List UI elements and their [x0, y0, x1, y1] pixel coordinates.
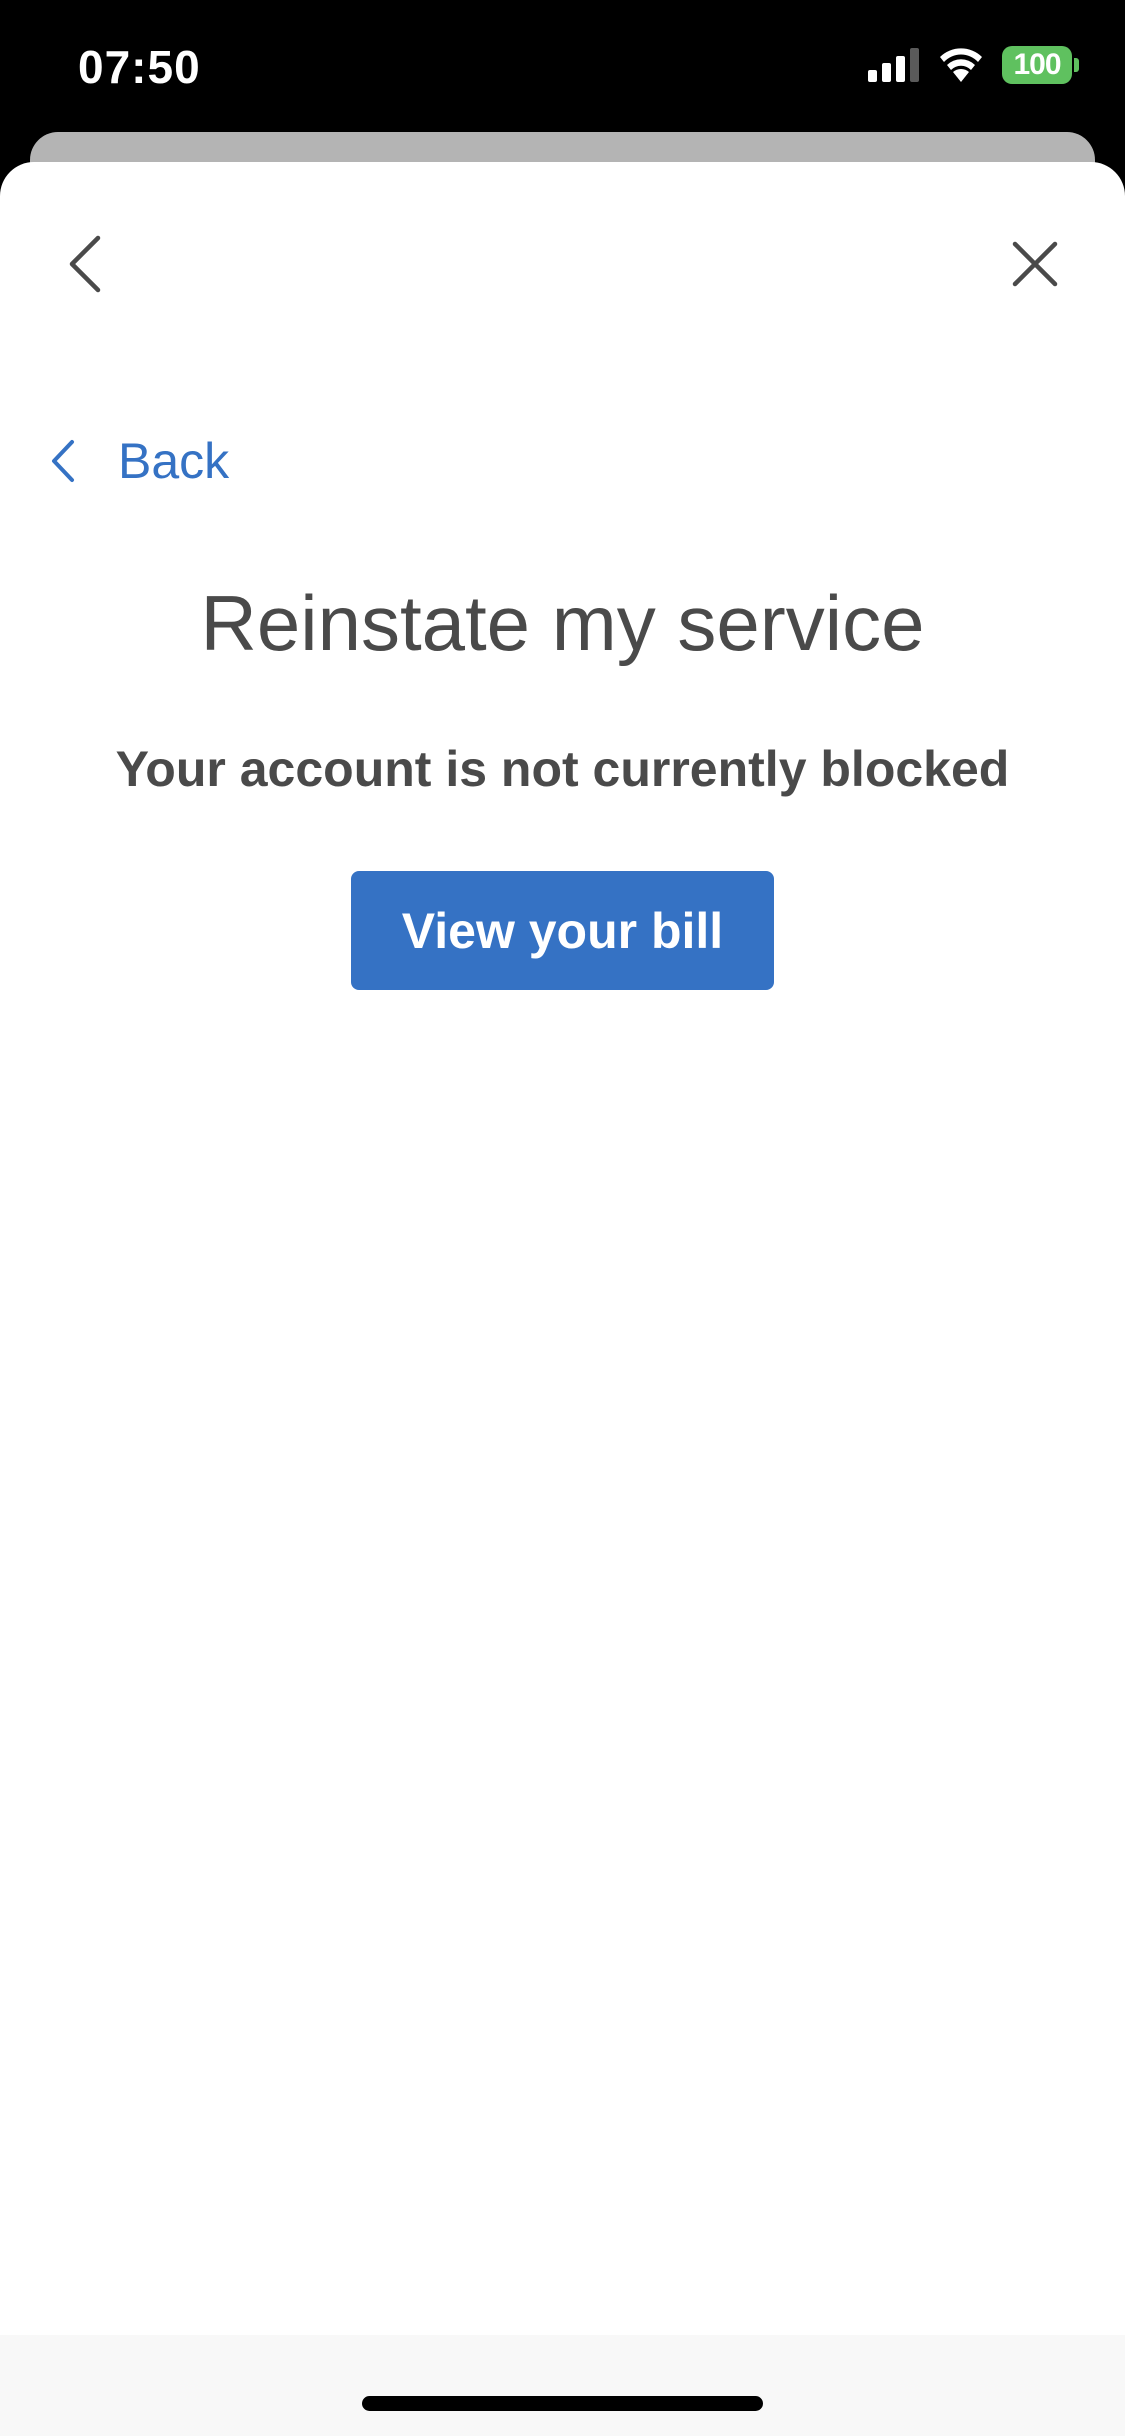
page-title: Reinstate my service	[200, 579, 925, 667]
status-time: 07:50	[78, 41, 201, 93]
view-bill-button[interactable]: View your bill	[351, 871, 774, 990]
back-link[interactable]: Back	[48, 432, 229, 490]
account-status-message: Your account is not currently blocked	[115, 741, 1010, 797]
battery-icon: 100	[1002, 46, 1079, 84]
close-icon	[1012, 241, 1058, 287]
app-screen: 07:50 100 Back Reinstate my service Your…	[0, 0, 1125, 2436]
wifi-icon	[940, 48, 982, 82]
bottom-bar	[0, 2335, 1125, 2436]
chevron-left-icon	[52, 440, 74, 482]
chevron-left-icon	[69, 235, 101, 293]
battery-level: 100	[1002, 46, 1072, 84]
close-button[interactable]	[1005, 224, 1065, 304]
home-indicator[interactable]	[362, 2396, 763, 2411]
battery-tip	[1074, 58, 1079, 72]
status-bar: 07:50 100	[0, 0, 1125, 132]
status-icons: 100	[868, 46, 1079, 84]
signal-icon	[868, 48, 919, 82]
back-link-label: Back	[118, 433, 230, 489]
modal-sheet: Back Reinstate my service Your account i…	[0, 162, 1125, 2436]
nav-back-button[interactable]	[60, 224, 110, 304]
